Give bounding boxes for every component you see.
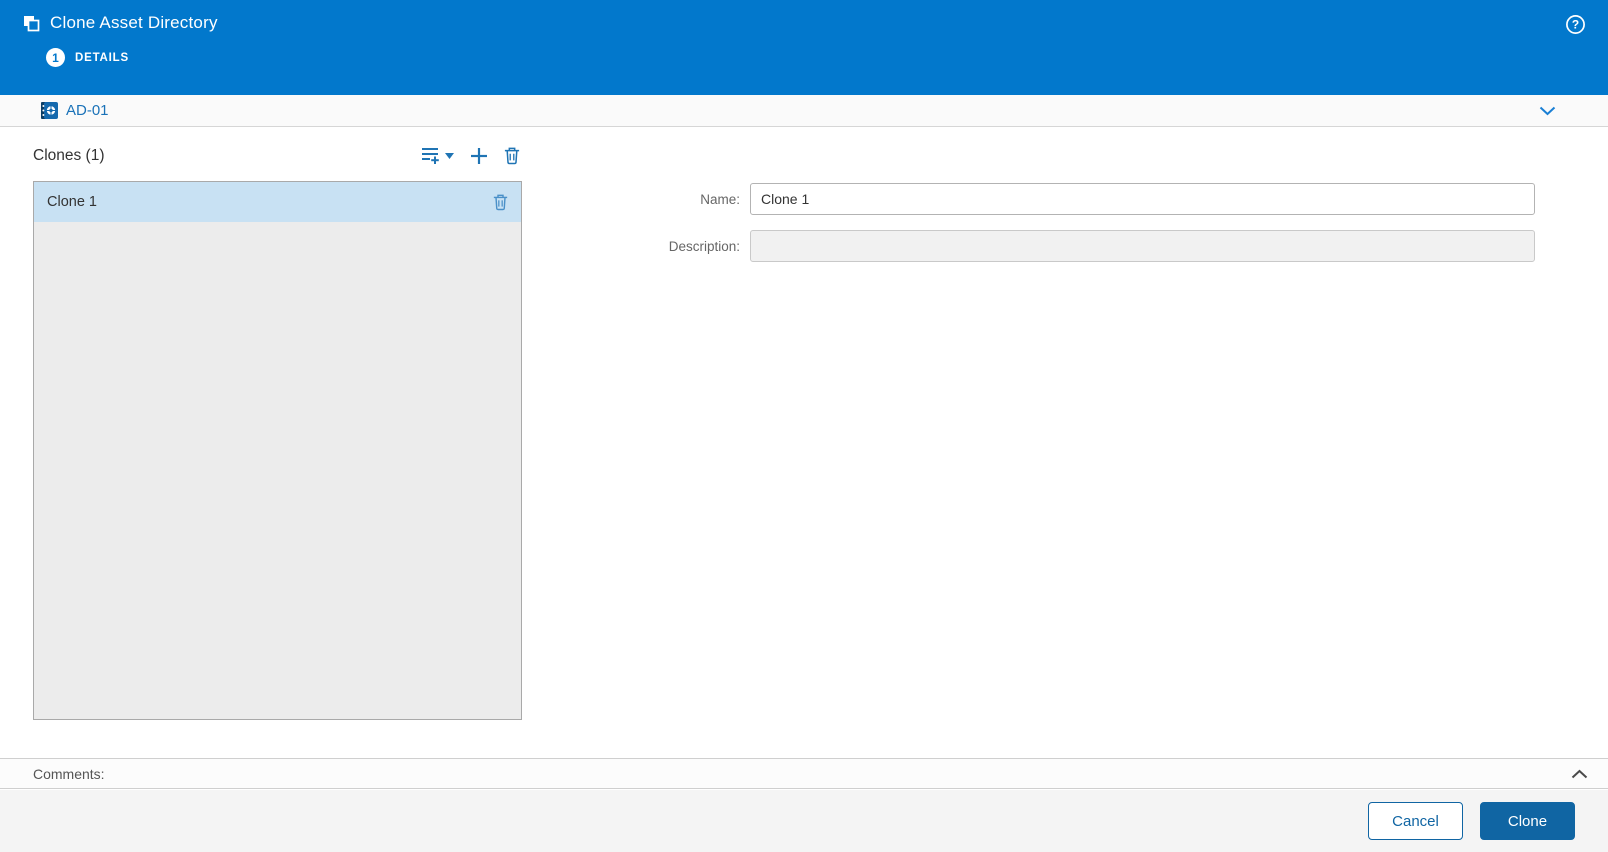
- description-row: Description:: [597, 230, 1535, 262]
- clone-details-form: Name: Description:: [597, 183, 1535, 277]
- asset-directory-icon: [40, 101, 59, 120]
- asset-name: AD-01: [66, 102, 109, 119]
- step-number-badge: 1: [46, 48, 65, 67]
- add-clone-button[interactable]: [470, 147, 488, 165]
- dialog-header: Clone Asset Directory ? 1 DETAILS: [0, 0, 1608, 95]
- dialog-title: Clone Asset Directory: [50, 13, 218, 32]
- name-input[interactable]: [750, 183, 1535, 215]
- delete-clone-button[interactable]: [504, 146, 520, 165]
- description-label: Description:: [668, 238, 740, 254]
- comments-label: Comments:: [33, 765, 105, 782]
- name-label: Name:: [700, 191, 740, 207]
- cancel-button[interactable]: Cancel: [1368, 802, 1463, 840]
- clones-heading: Clones (1): [33, 146, 105, 164]
- caret-down-icon: [445, 152, 454, 159]
- clones-header-row: Clones (1): [33, 140, 522, 171]
- dialog-footer: Cancel Clone: [0, 790, 1608, 852]
- comments-bar[interactable]: Comments:: [0, 758, 1608, 789]
- svg-text:?: ?: [1572, 18, 1579, 32]
- trash-icon[interactable]: [493, 193, 508, 211]
- step-label[interactable]: DETAILS: [75, 52, 129, 64]
- name-row: Name:: [597, 183, 1535, 215]
- chevron-down-icon[interactable]: [1539, 106, 1556, 116]
- clone-icon: [22, 14, 41, 33]
- list-item-label: Clone 1: [47, 194, 97, 210]
- asset-directory-row[interactable]: AD-01: [0, 95, 1608, 127]
- clone-button[interactable]: Clone: [1480, 802, 1575, 840]
- list-item[interactable]: Clone 1: [34, 182, 521, 222]
- chevron-up-icon[interactable]: [1571, 769, 1588, 779]
- clones-toolbar: [421, 146, 522, 165]
- clones-list: Clone 1: [33, 181, 522, 720]
- wizard-steps: 1 DETAILS: [0, 48, 1608, 67]
- help-icon[interactable]: ?: [1565, 14, 1586, 35]
- description-input[interactable]: [750, 230, 1535, 262]
- title-row: Clone Asset Directory ?: [0, 0, 1608, 35]
- clones-panel: Clones (1) Clone 1: [33, 140, 522, 720]
- add-multiple-button[interactable]: [421, 146, 454, 165]
